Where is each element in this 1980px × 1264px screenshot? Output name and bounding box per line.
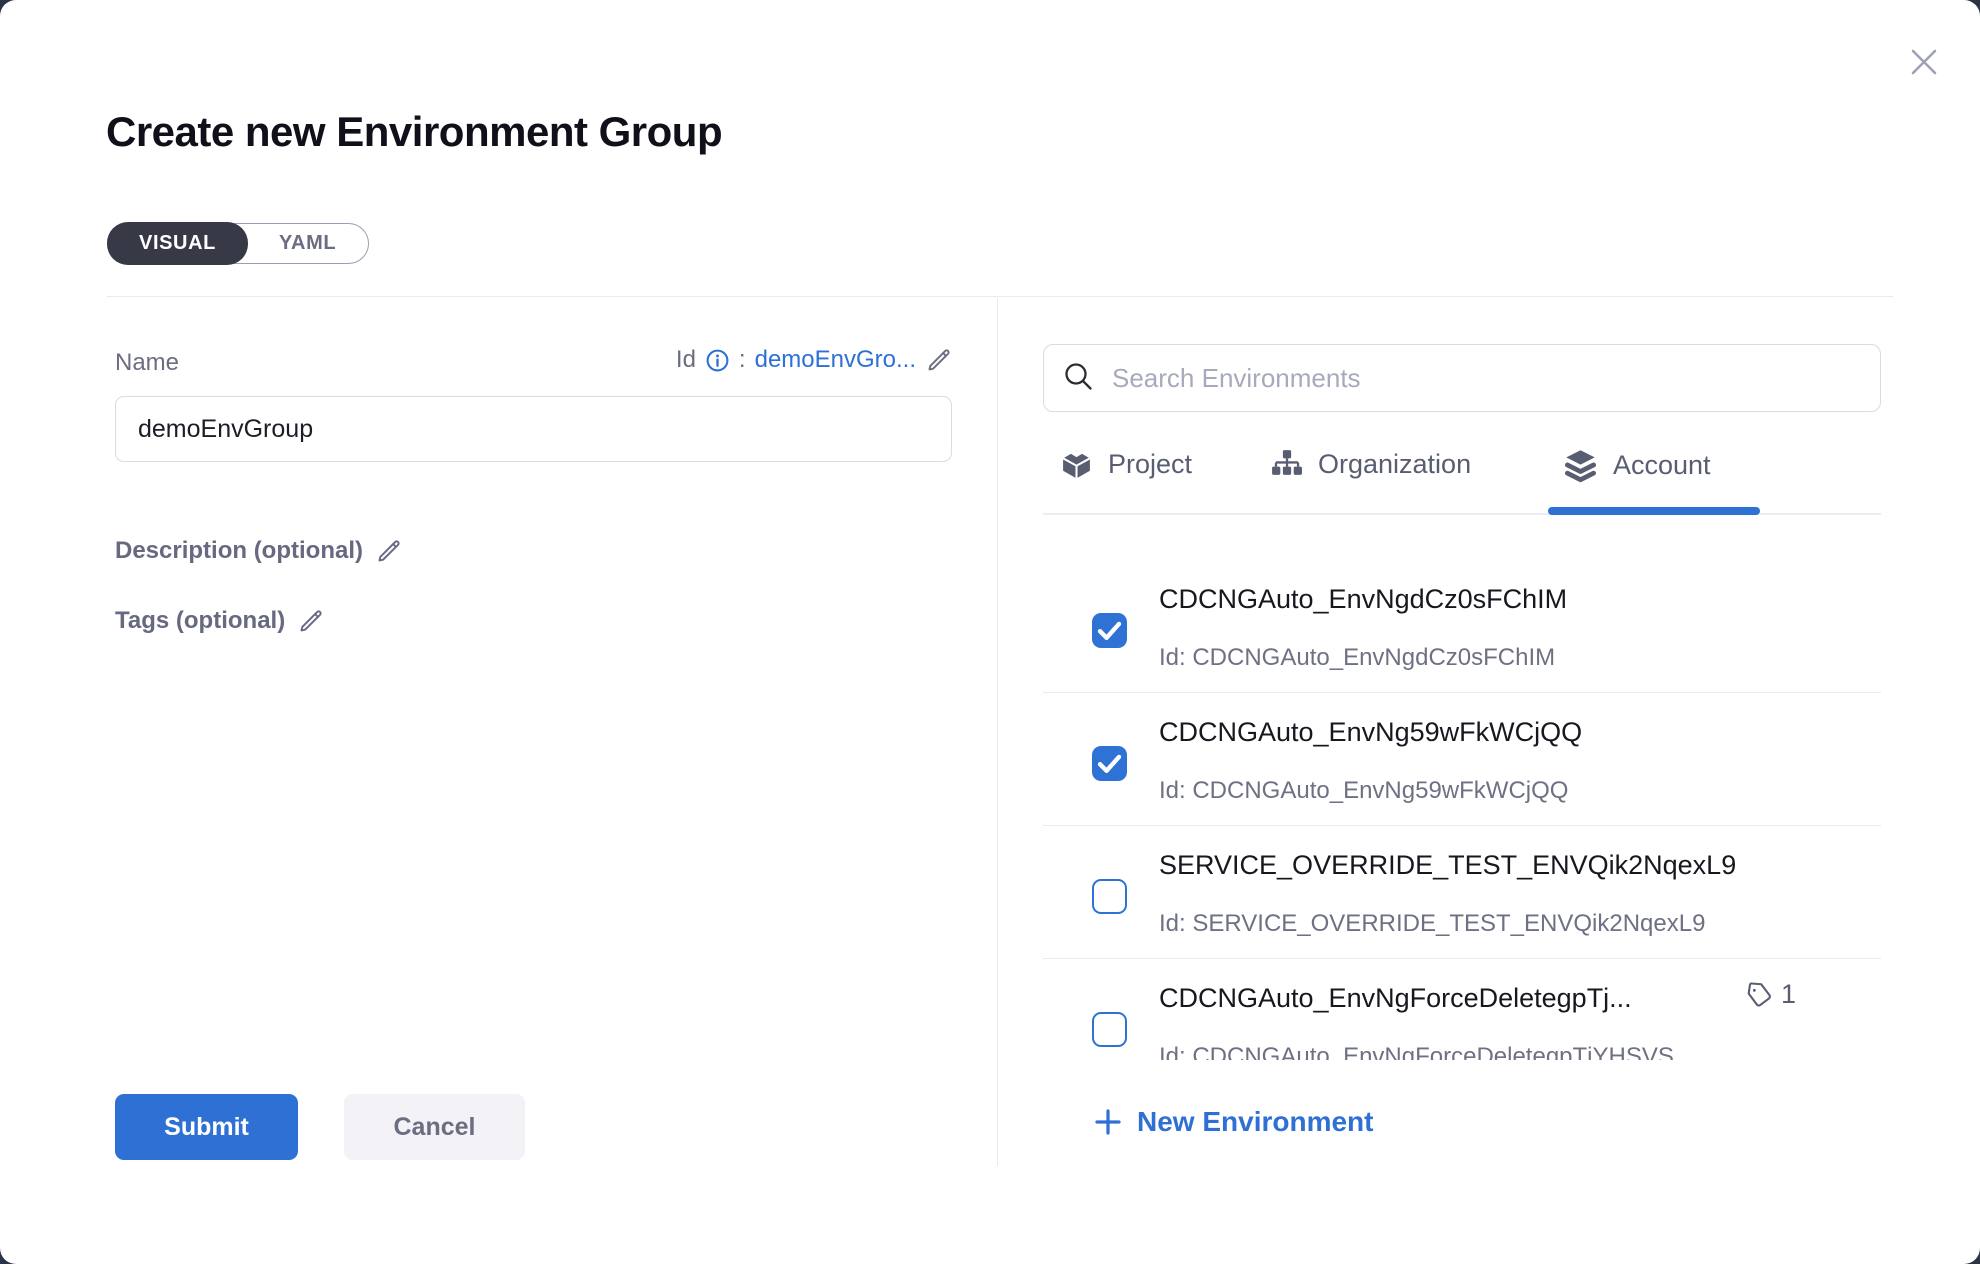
info-icon[interactable] [705,348,730,373]
dialog-title: Create new Environment Group [106,108,722,156]
environment-id: Id: CDCNGAuto_EnvNgdCz0sFChIM [1159,644,1555,672]
check-icon [1092,613,1127,648]
environment-row[interactable]: CDCNGAuto_EnvNgForceDeletegpTj... 1 Id: … [1043,959,1881,1060]
tab-organization[interactable]: Organization [1270,448,1471,481]
description-label: Description (optional) [115,537,363,565]
toggle-visual[interactable]: VISUAL [107,222,248,265]
name-input[interactable] [115,396,952,462]
panel-divider [997,298,998,1166]
environment-checkbox-unchecked[interactable] [1092,1012,1127,1047]
edit-tags-pencil-icon[interactable] [297,608,324,635]
plus-icon [1093,1107,1123,1137]
environment-row[interactable]: CDCNGAuto_EnvNg59wFkWCjQQ Id: CDCNGAuto_… [1043,693,1881,826]
environment-id: Id: SERVICE_OVERRIDE_TEST_ENVQik2NqexL9 [1159,910,1705,938]
header-divider [107,296,1893,297]
tag-icon [1745,981,1773,1009]
tab-account[interactable]: Account [1563,448,1711,483]
id-colon: : [739,346,746,374]
tag-count-badge: 1 [1745,979,1796,1010]
new-environment-label: New Environment [1137,1106,1373,1138]
environment-checkbox-checked[interactable] [1092,613,1127,648]
toggle-yaml[interactable]: YAML [247,223,368,264]
environment-checkbox-checked[interactable] [1092,746,1127,781]
close-icon[interactable] [1904,42,1944,82]
tab-project[interactable]: Project [1060,448,1192,481]
tags-section: Tags (optional) [115,607,324,635]
visual-yaml-toggle: VISUAL YAML [107,223,369,264]
submit-button[interactable]: Submit [115,1094,298,1160]
cube-icon [1060,448,1093,481]
environment-row[interactable]: CDCNGAuto_EnvNgdCz0sFChIM Id: CDCNGAuto_… [1043,560,1881,693]
sitemap-icon [1270,448,1303,481]
tab-project-label: Project [1108,449,1192,480]
cancel-button[interactable]: Cancel [344,1094,525,1160]
environment-name: SERVICE_OVERRIDE_TEST_ENVQik2NqexL9 [1159,850,1736,881]
active-tab-indicator [1548,507,1760,515]
edit-id-pencil-icon[interactable] [925,347,952,374]
environment-id-clipped: Id: CDCNGAuto_EnvNgForceDeletegpTjYHSVS [1159,1043,1674,1060]
id-value-link[interactable]: demoEnvGro... [755,346,916,374]
id-label: Id [676,346,696,374]
name-label: Name [115,349,179,377]
tags-label: Tags (optional) [115,607,285,635]
environment-row[interactable]: SERVICE_OVERRIDE_TEST_ENVQik2NqexL9 Id: … [1043,826,1881,959]
environment-checkbox-unchecked[interactable] [1092,879,1127,914]
scope-tabs: Project Organization Account [1043,440,1881,515]
environment-list: CDCNGAuto_EnvNgdCz0sFChIM Id: CDCNGAuto_… [1043,545,1881,1060]
create-environment-group-dialog: Create new Environment Group VISUAL YAML… [0,0,1980,1264]
entity-id-row: Id : demoEnvGro... [676,346,952,374]
tab-account-label: Account [1613,450,1711,481]
tag-count: 1 [1781,979,1796,1010]
tab-organization-label: Organization [1318,449,1471,480]
check-icon [1092,746,1127,781]
environment-id: Id: CDCNGAuto_EnvNg59wFkWCjQQ [1159,777,1568,805]
layers-icon [1563,448,1598,483]
environment-name: CDCNGAuto_EnvNgForceDeletegpTj... [1159,983,1632,1014]
edit-description-pencil-icon[interactable] [375,538,402,565]
search-input[interactable] [1043,344,1881,412]
environment-name: CDCNGAuto_EnvNg59wFkWCjQQ [1159,717,1582,748]
new-environment-button[interactable]: New Environment [1093,1106,1373,1138]
environment-name: CDCNGAuto_EnvNgdCz0sFChIM [1159,584,1567,615]
description-section: Description (optional) [115,537,402,565]
